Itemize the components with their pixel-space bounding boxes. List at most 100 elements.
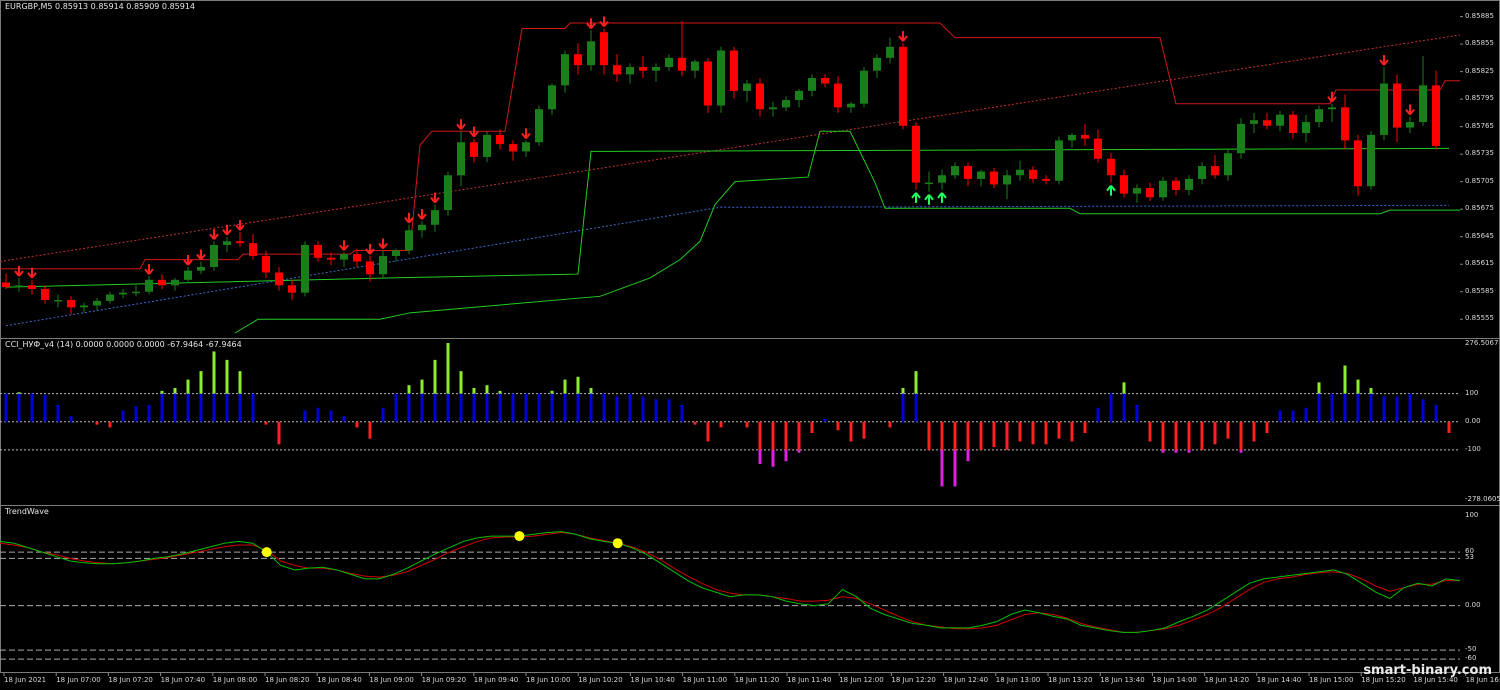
candle-body	[366, 261, 374, 275]
candle-body	[93, 300, 101, 306]
cci-y-tick: -278.0605	[1465, 495, 1500, 503]
trendwave-y-tick: 53	[1465, 553, 1474, 562]
candle-body	[1107, 158, 1115, 176]
sell-arrow-icon	[898, 31, 908, 42]
candle-body	[470, 142, 478, 157]
time-tick: 18 Jun 07:00	[56, 676, 101, 684]
candle-body	[561, 54, 569, 86]
moving-average-line	[5, 147, 1450, 288]
time-tick: 18 Jun 12:40	[943, 676, 989, 684]
candle-body	[691, 61, 699, 71]
candle-body	[548, 85, 556, 110]
time-tick: 18 Jun 07:20	[108, 676, 153, 684]
time-tick: 18 Jun 14:40	[1256, 676, 1302, 684]
trendwave-y-tick: -60	[1465, 654, 1477, 663]
trendwave-y-tick: -50	[1465, 645, 1477, 654]
candle-body	[132, 291, 140, 294]
time-tick: 18 Jun 13:40	[1100, 676, 1145, 684]
candle-body	[704, 61, 712, 106]
sell-arrow-icon	[14, 265, 24, 277]
trendwave-slow-line	[0, 531, 1460, 633]
candle-body	[1120, 175, 1128, 194]
candle-body	[340, 254, 348, 260]
candle-body	[353, 254, 361, 262]
candle-body	[1055, 140, 1063, 181]
candle-body	[145, 279, 153, 292]
time-tick: 18 Jun 10:00	[526, 676, 571, 684]
candle-body	[223, 241, 231, 245]
sell-arrow-icon	[586, 18, 596, 29]
main-y-tick: 0.85705	[1465, 176, 1494, 185]
time-tick: 18 Jun 11:00	[682, 676, 728, 684]
sell-arrow-icon	[183, 254, 193, 266]
time-tick: 18 Jun 08:20	[265, 676, 310, 684]
time-tick: 18 Jun 13:20	[1048, 676, 1093, 684]
sell-arrow-icon	[235, 220, 245, 231]
main-y-tick: 0.85885	[1465, 11, 1494, 20]
candle-body	[574, 54, 582, 66]
candle-body	[15, 285, 23, 288]
candle-body	[1211, 166, 1219, 176]
candle-body	[1198, 166, 1206, 179]
candle-body	[587, 41, 595, 66]
candle-body	[2, 282, 10, 288]
candle-body	[977, 171, 985, 179]
sell-arrow-icon	[1379, 55, 1389, 66]
main-y-tick: 0.85825	[1465, 66, 1494, 75]
sell-arrow-icon	[196, 249, 206, 261]
candle-body	[431, 210, 439, 225]
candle-body	[509, 144, 517, 152]
time-tick: 18 Jun 11:40	[787, 676, 832, 684]
trendwave-signal-dot	[612, 538, 623, 549]
candle-body	[1094, 138, 1102, 159]
candle-body	[67, 299, 75, 308]
candle-body	[782, 100, 790, 108]
main-y-tick: 0.85765	[1465, 121, 1494, 130]
time-tick: 18 Jun 12:00	[839, 676, 884, 684]
candle-body	[522, 142, 530, 152]
time-tick: 18 Jun 09:40	[473, 676, 519, 684]
candle-body	[1016, 169, 1024, 176]
candle-body	[678, 57, 686, 71]
chart-canvas	[0, 16, 1467, 676]
main-y-tick: 0.85555	[1465, 314, 1494, 323]
candle-body	[210, 244, 218, 267]
sell-arrow-icon	[339, 240, 349, 251]
trendwave-y-tick: 100	[1465, 511, 1479, 520]
candle-body	[743, 83, 751, 91]
time-tick: 18 Jun 11:20	[734, 676, 780, 684]
cci-y-tick: 0.00	[1465, 416, 1481, 425]
candle-body	[405, 230, 413, 251]
candle-body	[197, 266, 205, 271]
candle-body	[1432, 85, 1440, 146]
candle-body	[275, 272, 283, 286]
candle-body	[1380, 83, 1388, 135]
candle-body	[717, 50, 725, 106]
time-tick: 18 Jun 09:20	[421, 676, 467, 684]
sell-arrow-icon	[456, 119, 466, 130]
candle-body	[990, 171, 998, 185]
candle-body	[1237, 123, 1245, 154]
candle-body	[314, 244, 322, 258]
trendwave-fast-line	[0, 531, 1461, 633]
cci-y-tick: -100	[1465, 444, 1481, 453]
candle-body	[860, 70, 868, 104]
candle-body	[1042, 178, 1050, 181]
candle-body	[418, 224, 426, 231]
candle-body	[301, 244, 309, 293]
time-tick: 18 Jun 14:20	[1204, 676, 1250, 684]
time-tick: 18 Jun 08:00	[212, 676, 258, 684]
sell-arrow-icon	[417, 209, 427, 220]
candle-body	[1146, 188, 1154, 198]
main-y-tick: 0.85795	[1465, 94, 1494, 103]
candle-body	[1341, 107, 1349, 141]
candle-body	[1328, 107, 1336, 110]
sell-arrow-icon	[404, 212, 414, 224]
candle-body	[1289, 114, 1297, 134]
cci-y-tick: 276.5067	[1465, 339, 1499, 347]
sell-arrow-icon	[599, 16, 609, 28]
candle-body	[171, 279, 179, 286]
candle-body	[665, 57, 673, 68]
candle-body	[769, 107, 777, 110]
sell-arrow-icon	[1405, 104, 1415, 116]
